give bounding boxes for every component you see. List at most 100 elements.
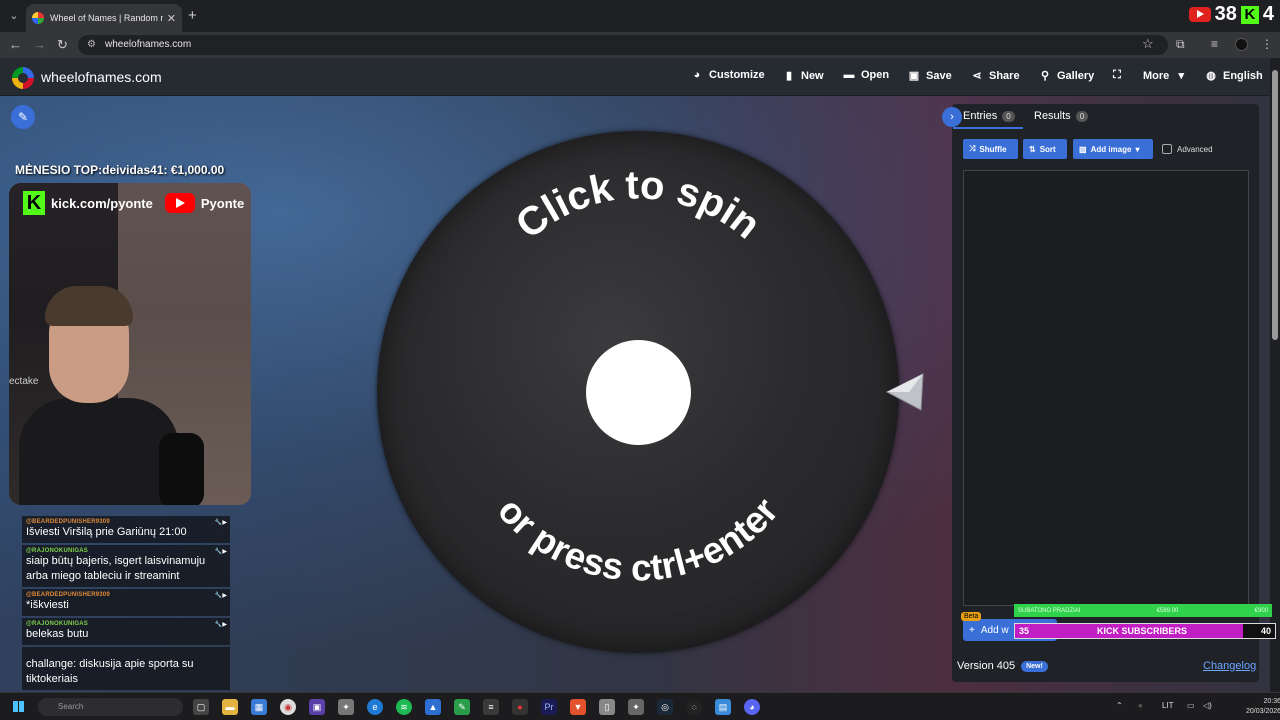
chevron-down-icon: ▾ xyxy=(1135,144,1140,154)
cam-person-hair xyxy=(45,286,133,326)
menu-gallery[interactable]: ⚲ Gallery xyxy=(1038,69,1094,83)
kick-count: 4 xyxy=(1262,3,1274,25)
shuffle-label: Shuffle xyxy=(979,144,1007,154)
clock-time: 20:36 xyxy=(1263,698,1280,705)
menu-customize[interactable]: ◕ Customize xyxy=(690,69,765,81)
collapse-panel-chevron-icon[interactable]: › xyxy=(942,107,962,127)
menu-label: Open xyxy=(861,69,890,81)
spotify-icon[interactable]: ≋ xyxy=(396,699,412,715)
store-icon[interactable]: ▦ xyxy=(251,699,267,715)
chevron-down-icon: ▾ xyxy=(1178,70,1185,82)
image-icon: ▨ xyxy=(1079,144,1087,154)
tab-label: Results xyxy=(1034,110,1071,122)
volume-icon[interactable]: ◁) xyxy=(1203,701,1212,710)
wheel-bottom-textpath: or press ctrl+enter xyxy=(490,490,786,589)
bookmark-star-icon[interactable]: ☆ xyxy=(1142,36,1154,52)
tray-app-icon[interactable]: ● xyxy=(1138,701,1143,710)
app-icon-4[interactable]: ≡ xyxy=(483,699,499,715)
back-icon[interactable]: ← xyxy=(9,37,22,52)
media-control-icon[interactable]: ≡ xyxy=(1211,37,1218,51)
wheelofnames-logo-icon[interactable] xyxy=(12,67,34,89)
shuffle-button[interactable]: ⤨ Shuffle xyxy=(963,139,1018,159)
discord-icon[interactable]: ◕ xyxy=(744,699,760,715)
windows-start-icon[interactable] xyxy=(13,701,24,712)
menu-share[interactable]: ⋖ Share xyxy=(970,69,1020,83)
menu-language[interactable]: ◍ English xyxy=(1204,69,1263,83)
menu-fullscreen[interactable]: ⛶ xyxy=(1110,69,1124,82)
advanced-toggle[interactable]: Advanced xyxy=(1162,144,1213,154)
site-header: wheelofnames.com ◕ Customize ▮ New ▬ Ope… xyxy=(0,58,1270,96)
menu-label: English xyxy=(1223,69,1263,82)
version-info: Version 405 New! xyxy=(957,660,1048,672)
sort-icon: ⇅ xyxy=(1029,144,1036,154)
stream-socials-banner: K kick.com/pyonte Pyonte xyxy=(23,191,244,215)
file-icon: ▮ xyxy=(785,70,793,82)
app-icon-6[interactable]: ▯ xyxy=(599,699,615,715)
address-bar[interactable]: ⚙ wheelofnames.com xyxy=(78,35,1168,55)
changelog-link[interactable]: Changelog xyxy=(1203,660,1256,672)
add-image-label: Add image xyxy=(1090,144,1132,154)
app-icon-3[interactable]: ✎ xyxy=(454,699,470,715)
url-text[interactable]: wheelofnames.com xyxy=(105,39,191,50)
photos-icon[interactable]: ▲ xyxy=(425,699,441,715)
profile-avatar[interactable] xyxy=(1235,38,1248,51)
taskbar-search[interactable]: Search xyxy=(38,698,183,716)
chrome-menu-icon[interactable]: ⋮ xyxy=(1261,37,1273,51)
tab-title: Wheel of Names | Random nam xyxy=(50,13,163,23)
entries-textarea[interactable] xyxy=(963,170,1249,606)
new-badge: New! xyxy=(1021,660,1048,672)
app-icon-2[interactable]: ✦ xyxy=(338,699,354,715)
add-image-button[interactable]: ▨ Add image ▾ xyxy=(1073,139,1153,159)
chrome-icon[interactable]: ◉ xyxy=(280,699,296,715)
tab-results[interactable]: Results 0 xyxy=(1034,110,1089,122)
goal-progress-overlay: SUBATONO PRADZIAI €589.00 €900 xyxy=(1014,604,1272,617)
task-view-icon[interactable]: ▢ xyxy=(193,699,209,715)
app-icon-5[interactable]: ● xyxy=(512,699,528,715)
site-info-icon[interactable]: ⚙ xyxy=(87,39,97,50)
share-icon: ⋖ xyxy=(972,70,982,82)
kick-icon: K xyxy=(1240,5,1259,24)
system-clock[interactable]: 20:36 20/03/2026 xyxy=(1246,697,1280,717)
app-icon-1[interactable]: ▣ xyxy=(309,699,325,715)
save-icon: ▣ xyxy=(908,70,920,82)
new-tab-icon[interactable]: + xyxy=(188,7,197,24)
globe-icon: ◍ xyxy=(1206,70,1216,82)
tab-search-chevron-icon[interactable]: ⌄ xyxy=(6,8,22,24)
chat-badge-icons: 🔧▶ xyxy=(214,593,227,599)
wheel-center-hub[interactable] xyxy=(586,340,691,445)
webcam-overlay: ectake K kick.com/pyonte Pyonte xyxy=(9,183,251,505)
reload-icon[interactable]: ↻ xyxy=(57,37,68,53)
beta-badge: Beta xyxy=(961,612,982,621)
scroll-thumb[interactable] xyxy=(1272,70,1278,340)
menu-new[interactable]: ▮ New xyxy=(782,69,824,83)
menu-open[interactable]: ▬ Open xyxy=(842,69,890,81)
app-icon-7[interactable]: ✦ xyxy=(628,699,644,715)
chat-text: challange: diskusija apie sporta su tikt… xyxy=(26,658,194,685)
brave-icon[interactable]: ▼ xyxy=(570,699,586,715)
premiere-icon[interactable]: Pr xyxy=(541,699,557,715)
language-indicator[interactable]: LIT xyxy=(1162,701,1174,710)
obs-icon[interactable]: ◌ xyxy=(686,699,702,715)
edit-pencil-icon[interactable]: ✎ xyxy=(11,105,35,129)
menu-save[interactable]: ▣ Save xyxy=(907,69,952,83)
cam-person-body xyxy=(19,398,179,505)
tray-chevron-icon[interactable]: ⌃ xyxy=(1116,701,1123,710)
site-brand[interactable]: wheelofnames.com xyxy=(41,69,162,85)
stream-chat: @BEARDEDPUNISHER9309 Išviesti Viršilą pr… xyxy=(22,516,230,692)
forward-icon[interactable]: → xyxy=(33,37,46,52)
menu-label: Share xyxy=(989,69,1020,82)
page-scrollbar[interactable] xyxy=(1270,58,1280,692)
menu-more[interactable]: More ▾ xyxy=(1143,69,1188,83)
network-icon[interactable]: ▭ xyxy=(1187,701,1195,710)
advanced-checkbox[interactable] xyxy=(1162,144,1172,154)
chat-username xyxy=(26,650,226,657)
close-tab-icon[interactable]: ✕ xyxy=(167,12,176,25)
steam-icon[interactable]: ◎ xyxy=(657,699,673,715)
sort-button[interactable]: ⇅ Sort xyxy=(1023,139,1067,159)
browser-tab[interactable]: Wheel of Names | Random nam ✕ xyxy=(26,4,182,32)
extensions-icon[interactable]: ⧉ xyxy=(1176,37,1185,52)
tab-entries[interactable]: Entries 0 xyxy=(963,110,1015,122)
file-explorer-icon[interactable]: ▬ xyxy=(222,699,238,715)
notepad-icon[interactable]: ▤ xyxy=(715,699,731,715)
edge-icon[interactable]: e xyxy=(367,699,383,715)
